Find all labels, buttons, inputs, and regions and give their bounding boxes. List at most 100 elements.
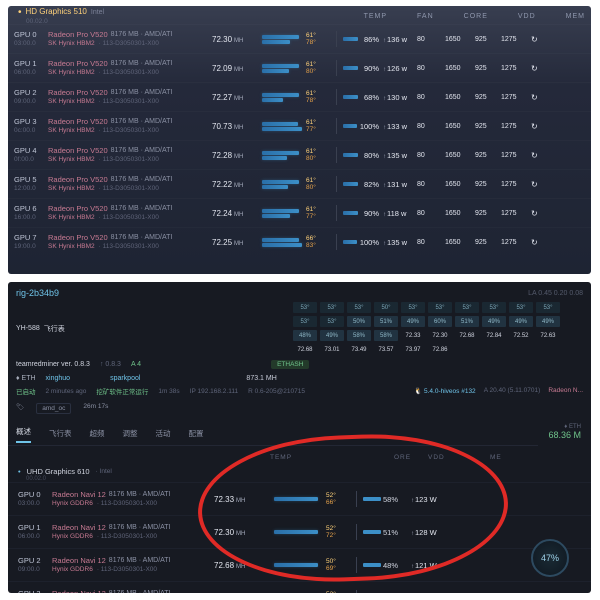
tab-2[interactable]: 超频 [90, 428, 105, 443]
hash-bars [262, 35, 302, 44]
gpu-model: Radeon Pro V5208176 MB · AMD/ATI SK Hyni… [48, 205, 208, 220]
gpu-index: GPU 106:00.0 [14, 60, 44, 75]
fan-speed: 68% [343, 93, 379, 102]
tag-amd-oc[interactable]: amd_oc [36, 403, 71, 414]
gpu-row[interactable]: GPU 512:00.0 Radeon Pro V5208176 MB · AM… [8, 169, 591, 198]
progress-widget[interactable]: 47% [531, 539, 569, 577]
top-panel: HD Graphics 510 Intel 00.02.0 TEMP FAN C… [8, 6, 591, 274]
gpu-index: GPU 616:00.0 [14, 205, 44, 220]
pool-name[interactable]: sparkpool [110, 375, 140, 382]
hashrate: 72.27MH [212, 93, 258, 102]
gpu-index: GPU 40f:00.0 [14, 147, 44, 162]
refresh-icon[interactable]: ↻ [531, 122, 545, 131]
gpu-index: GPU 512:00.0 [14, 176, 44, 191]
hash-bars [262, 180, 302, 189]
eth-total: ♦ ETH 68.36 M [538, 418, 591, 446]
igpu-brand-top: Intel [91, 9, 104, 17]
rig-name[interactable]: rig-2b34b9 [16, 288, 59, 298]
bottom-panel: rig-2b34b9 LA 0.45 0.20 0.08 YH-588 飞行表 … [8, 282, 591, 593]
gpu-row[interactable]: GPU 209:00.0 Radeon Pro V5208176 MB · AM… [8, 82, 591, 111]
refresh-icon[interactable]: ↻ [531, 180, 545, 189]
hash-bars [262, 122, 302, 131]
gpu-row[interactable]: GPU 106:00.0 Radeon Navi 128176 MB · AMD… [8, 515, 591, 548]
gpu-index: GPU 30c:00.0 [14, 118, 44, 133]
algo-badge: ETHASH [271, 360, 309, 369]
power: ↑136 w [383, 35, 413, 44]
igpu-clock-top: 00.02.0 [18, 18, 104, 25]
gpu-model: Radeon Pro V5208176 MB · AMD/ATI SK Hyni… [48, 147, 208, 162]
temps: 61°78° [306, 90, 332, 104]
hash-bars [262, 151, 302, 160]
gpu-row[interactable]: GPU 616:00.0 Radeon Pro V5208176 MB · AM… [8, 198, 591, 227]
refresh-icon[interactable]: ↻ [531, 238, 545, 247]
refresh-icon[interactable]: ↻ [531, 209, 545, 218]
gpu-model: Radeon Pro V5208176 MB · AMD/ATI SK Hyni… [48, 176, 208, 191]
hash-bars [262, 93, 302, 102]
gpu-model: Radeon Pro V5208176 MB · AMD/ATI SK Hyni… [48, 118, 208, 133]
fan-speed: 90% [343, 64, 379, 73]
temps: 61°77° [306, 206, 332, 220]
temps: 61°80° [306, 61, 332, 75]
igpu-name-top: HD Graphics 510 [26, 8, 87, 17]
gpu-row[interactable]: GPU 106:00.0 Radeon Pro V5208176 MB · AM… [8, 53, 591, 82]
hash-bars [262, 64, 302, 73]
gpu-row[interactable]: GPU 719:00.0 Radeon Pro V5208176 MB · AM… [8, 227, 591, 256]
temps: 61°80° [306, 148, 332, 162]
fan-speed: 100% [343, 238, 379, 247]
hash-bars [262, 238, 302, 247]
miner-name: teamredminer ver. 0.8.3 [16, 361, 90, 368]
power: ↑126 w [383, 64, 413, 73]
power: ↑130 w [383, 93, 413, 102]
hashrate: 70.73MH [212, 122, 258, 131]
gpu-row[interactable]: GPU 209:00.0 Radeon Navi 128176 MB · AMD… [8, 548, 591, 581]
gpu-model: Radeon Pro V5208176 MB · AMD/ATI SK Hyni… [48, 60, 208, 75]
fan-speed: 100% [343, 122, 379, 131]
temps: 61°77° [306, 119, 332, 133]
power: ↑135 w [383, 151, 413, 160]
tab-5[interactable]: 配置 [189, 428, 204, 443]
power: ↑133 w [383, 122, 413, 131]
status-started: 已启动 [16, 386, 36, 396]
tab-1[interactable]: 飞行表 [49, 428, 72, 443]
top-col-headers: TEMP FAN CORE VDD MEM [364, 13, 585, 20]
power: ↑118 w [383, 209, 413, 218]
hashrate: 72.22MH [212, 180, 258, 189]
gpu-row[interactable]: GPU 30c:00.0 Radeon Pro V5208176 MB · AM… [8, 111, 591, 140]
refresh-icon[interactable]: ↻ [531, 64, 545, 73]
refresh-icon[interactable]: ↻ [531, 151, 545, 160]
tab-4[interactable]: 活动 [156, 428, 171, 443]
status-running: 挖矿软件正常运行 [96, 386, 148, 396]
igpu-bottom: UHD Graphics 610 · Intel 00.02.0 [8, 463, 591, 482]
refresh-icon[interactable]: ↻ [531, 93, 545, 102]
gpu-model: Radeon Pro V5208176 MB · AMD/ATI SK Hyni… [48, 31, 208, 46]
gpu-model: Radeon Pro V5208176 MB · AMD/ATI SK Hyni… [48, 89, 208, 104]
gpu-row[interactable]: GPU 003:00.0 Radeon Pro V5208176 MB · AM… [8, 24, 591, 53]
bot-col-headers: TEMP ORE VDD ME [8, 446, 591, 463]
total-hashrate: 873.1 MH [246, 375, 276, 382]
gpu-row[interactable]: GPU 30c:00.0 Radeon Navi 128176 MB · AMD… [8, 581, 591, 593]
refresh-icon[interactable]: ↻ [531, 35, 545, 44]
temps: 61°80° [306, 177, 332, 191]
gpu-index: GPU 209:00.0 [14, 89, 44, 104]
worker-name: YH-588 飞行表 [16, 324, 65, 334]
hash-bars [262, 209, 302, 218]
top-header: HD Graphics 510 Intel 00.02.0 TEMP FAN C… [8, 6, 591, 24]
hashrate: 72.30MH [212, 35, 258, 44]
fan-speed: 82% [343, 180, 379, 189]
coin-label: ♦ ETH [16, 375, 36, 382]
tab-3[interactable]: 调整 [123, 428, 138, 443]
fan-speed: 80% [343, 151, 379, 160]
gpu-index: GPU 003:00.0 [14, 31, 44, 46]
tabs: 概述 飞行表 超频 调整 活动 配置 [8, 424, 538, 446]
hashrate: 72.09MH [212, 64, 258, 73]
la-value: LA 0.45 0.20 0.08 [528, 290, 583, 297]
power: ↑131 w [383, 180, 413, 189]
ip-address: IP 192.168.2.111 [190, 388, 238, 395]
temps: 61°78° [306, 32, 332, 46]
hashrate: 72.25MH [212, 238, 258, 247]
gpu-row[interactable]: GPU 003:00.0 Radeon Navi 128176 MB · AMD… [8, 482, 591, 515]
wallet-name[interactable]: xinghuo [46, 375, 71, 382]
tab-0[interactable]: 概述 [16, 426, 31, 443]
status-grid: 53°53°53°50°53°53°53°53°53°53°53°53°50%5… [293, 302, 583, 355]
gpu-row[interactable]: GPU 40f:00.0 Radeon Pro V5208176 MB · AM… [8, 140, 591, 169]
